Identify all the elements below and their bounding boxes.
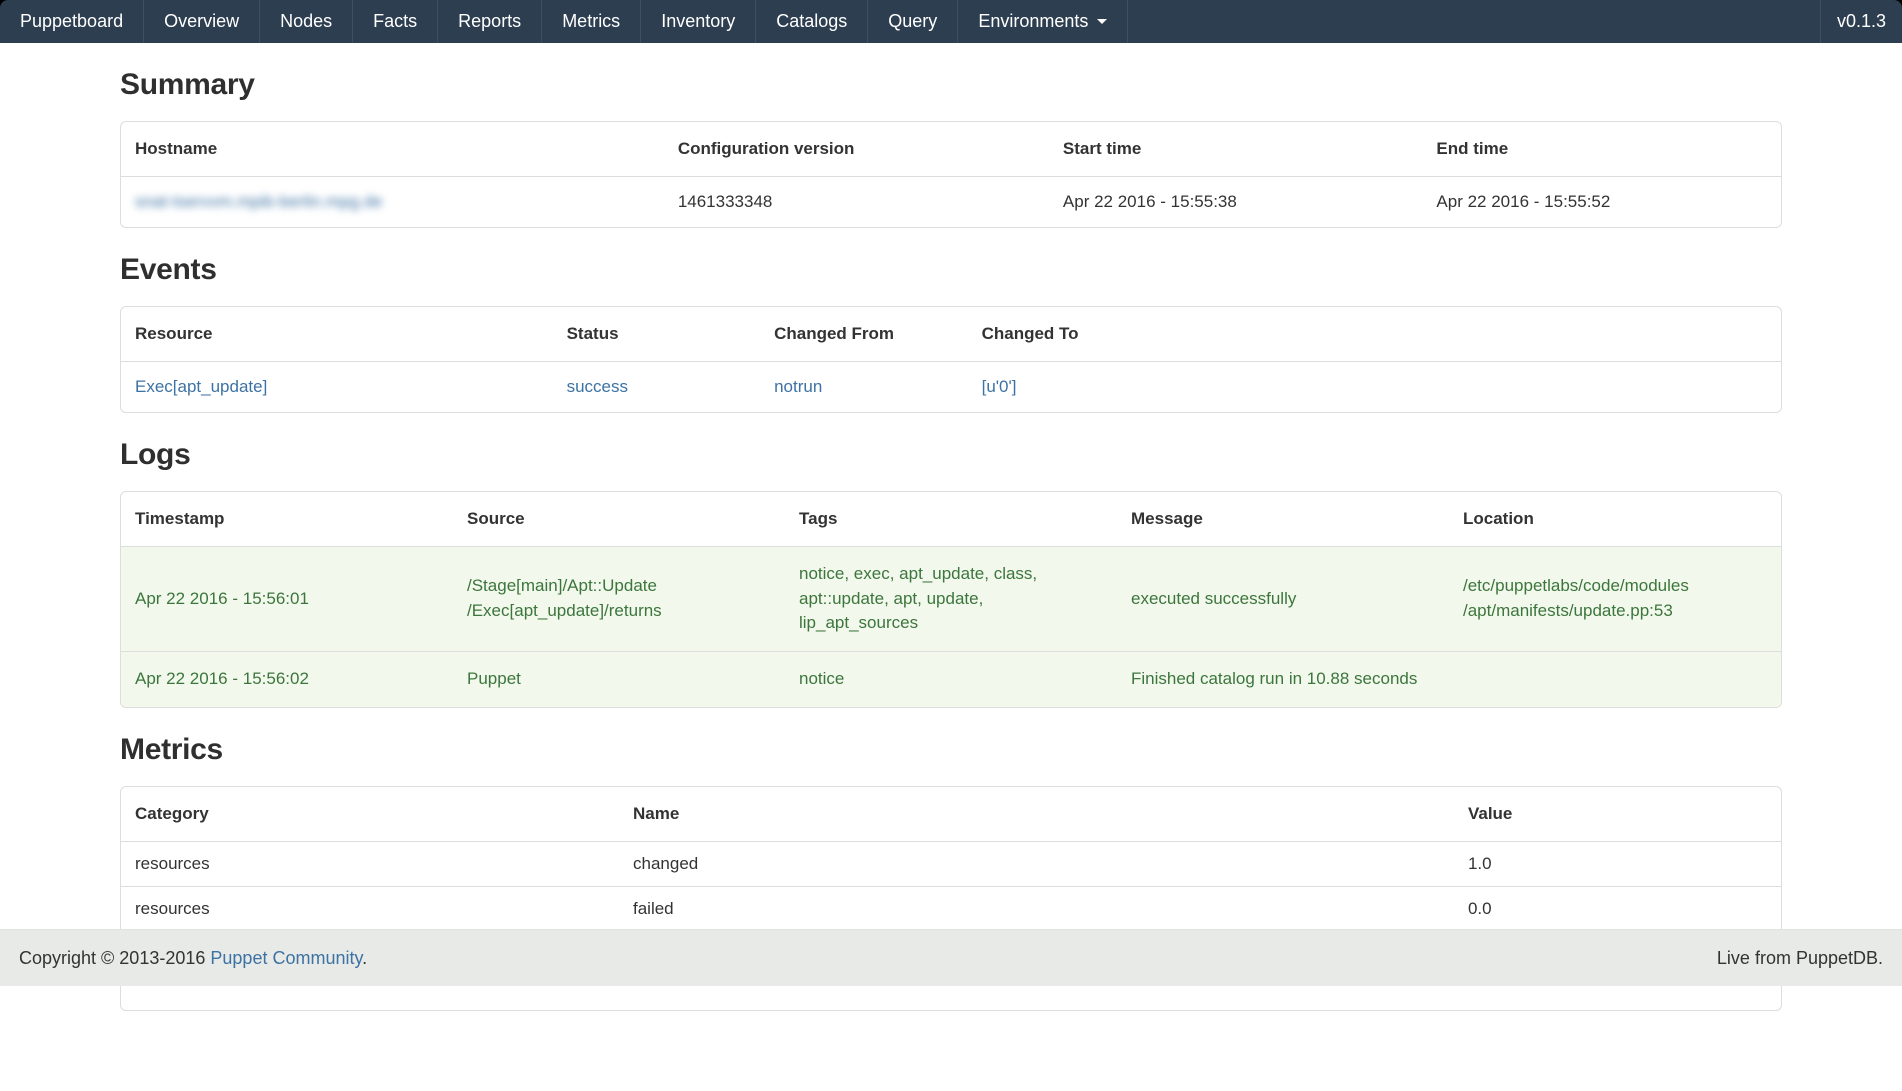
log-tags: notice bbox=[785, 651, 1117, 707]
environments-dropdown[interactable]: Environments bbox=[957, 0, 1128, 43]
event-row: Exec[apt_update] success notrun [u'0'] bbox=[121, 361, 1781, 412]
chevron-down-icon bbox=[1097, 19, 1107, 24]
summary-header-row: Hostname Configuration version Start tim… bbox=[121, 122, 1781, 176]
top-navbar: Puppetboard Overview Nodes Facts Reports… bbox=[0, 0, 1902, 43]
navbar-backdrop: Puppetboard Overview Nodes Facts Reports… bbox=[0, 0, 1902, 43]
metric-category: resources bbox=[121, 841, 619, 886]
metric-value: 1.0 bbox=[1454, 841, 1781, 886]
log-timestamp: Apr 22 2016 - 15:56:02 bbox=[121, 651, 453, 707]
log-source: Puppet bbox=[453, 651, 785, 707]
events-col-status: Status bbox=[553, 307, 761, 361]
events-heading: Events bbox=[120, 253, 1782, 287]
event-resource-link[interactable]: Exec[apt_update] bbox=[135, 377, 267, 396]
metric-category: resources bbox=[121, 886, 619, 931]
logs-header-row: Timestamp Source Tags Message Location bbox=[121, 492, 1781, 546]
brand-puppetboard[interactable]: Puppetboard bbox=[0, 0, 143, 43]
metrics-col-category: Category bbox=[121, 787, 619, 841]
metric-row: resources failed 0.0 bbox=[121, 886, 1781, 931]
logs-table: Timestamp Source Tags Message Location A… bbox=[120, 491, 1782, 708]
log-source: /Stage[main]/Apt::Update /Exec[apt_updat… bbox=[453, 546, 785, 651]
puppet-community-link[interactable]: Puppet Community bbox=[210, 948, 362, 968]
logs-heading: Logs bbox=[120, 438, 1782, 472]
metric-name: failed bbox=[619, 886, 1454, 931]
summary-table: Hostname Configuration version Start tim… bbox=[120, 121, 1782, 228]
log-location bbox=[1449, 651, 1781, 707]
configuration-version-value: 1461333348 bbox=[664, 176, 1049, 227]
start-time-value: Apr 22 2016 - 15:55:38 bbox=[1049, 176, 1423, 227]
log-row: Apr 22 2016 - 15:56:02 Puppet notice Fin… bbox=[121, 651, 1781, 707]
nav-item-metrics[interactable]: Metrics bbox=[541, 0, 640, 43]
logs-col-tags: Tags bbox=[785, 492, 1117, 546]
main-content: Summary Hostname Configuration version S… bbox=[120, 68, 1782, 1011]
logs-col-timestamp: Timestamp bbox=[121, 492, 453, 546]
footer-puppetdb-status: Live from PuppetDB. bbox=[1717, 948, 1883, 969]
events-header-row: Resource Status Changed From Changed To bbox=[121, 307, 1781, 361]
hostname-link[interactable]: snat-tservvm.mpib-berlin.mpg.de bbox=[135, 192, 383, 211]
app-version-badge: v0.1.3 bbox=[1820, 0, 1902, 43]
logs-col-source: Source bbox=[453, 492, 785, 546]
log-timestamp: Apr 22 2016 - 15:56:01 bbox=[121, 546, 453, 651]
metrics-col-value: Value bbox=[1454, 787, 1781, 841]
events-col-changed-to: Changed To bbox=[968, 307, 1781, 361]
log-location: /etc/puppetlabs/code/modules /apt/manife… bbox=[1449, 546, 1781, 651]
nav-item-catalogs[interactable]: Catalogs bbox=[755, 0, 867, 43]
summary-row: snat-tservvm.mpib-berlin.mpg.de 14613333… bbox=[121, 176, 1781, 227]
metric-name: changed bbox=[619, 841, 1454, 886]
navbar-spacer bbox=[1128, 0, 1820, 43]
summary-col-end-time: End time bbox=[1422, 122, 1781, 176]
footer-copyright-text: Copyright © 2013-2016 bbox=[19, 948, 205, 968]
event-changed-to-link[interactable]: [u'0'] bbox=[982, 377, 1017, 396]
nav-item-nodes[interactable]: Nodes bbox=[259, 0, 352, 43]
event-status-link[interactable]: success bbox=[567, 377, 628, 396]
logs-col-message: Message bbox=[1117, 492, 1449, 546]
footer-copyright-period: . bbox=[362, 948, 367, 968]
summary-col-hostname: Hostname bbox=[121, 122, 664, 176]
log-message: Finished catalog run in 10.88 seconds bbox=[1117, 651, 1449, 707]
metrics-heading: Metrics bbox=[120, 733, 1782, 767]
events-col-changed-from: Changed From bbox=[760, 307, 968, 361]
footer-copyright: Copyright © 2013-2016 Puppet Community. bbox=[19, 948, 367, 969]
nav-item-inventory[interactable]: Inventory bbox=[640, 0, 755, 43]
nav-item-query[interactable]: Query bbox=[867, 0, 957, 43]
events-table: Resource Status Changed From Changed To … bbox=[120, 306, 1782, 413]
summary-heading: Summary bbox=[120, 68, 1782, 102]
nav-item-facts[interactable]: Facts bbox=[352, 0, 437, 43]
metric-value: 0.0 bbox=[1454, 886, 1781, 931]
metrics-header-row: Category Name Value bbox=[121, 787, 1781, 841]
metrics-col-name: Name bbox=[619, 787, 1454, 841]
log-message: executed successfully bbox=[1117, 546, 1449, 651]
event-changed-from-link[interactable]: notrun bbox=[774, 377, 822, 396]
log-row: Apr 22 2016 - 15:56:01 /Stage[main]/Apt:… bbox=[121, 546, 1781, 651]
summary-col-start-time: Start time bbox=[1049, 122, 1423, 176]
environments-dropdown-label: Environments bbox=[978, 11, 1088, 32]
metric-row: resources changed 1.0 bbox=[121, 841, 1781, 886]
end-time-value: Apr 22 2016 - 15:55:52 bbox=[1422, 176, 1781, 227]
logs-col-location: Location bbox=[1449, 492, 1781, 546]
log-tags: notice, exec, apt_update, class, apt::up… bbox=[785, 546, 1117, 651]
nav-item-overview[interactable]: Overview bbox=[143, 0, 259, 43]
page-footer: Copyright © 2013-2016 Puppet Community. … bbox=[0, 929, 1902, 986]
events-col-resource: Resource bbox=[121, 307, 553, 361]
summary-col-config-version: Configuration version bbox=[664, 122, 1049, 176]
nav-item-reports[interactable]: Reports bbox=[437, 0, 541, 43]
